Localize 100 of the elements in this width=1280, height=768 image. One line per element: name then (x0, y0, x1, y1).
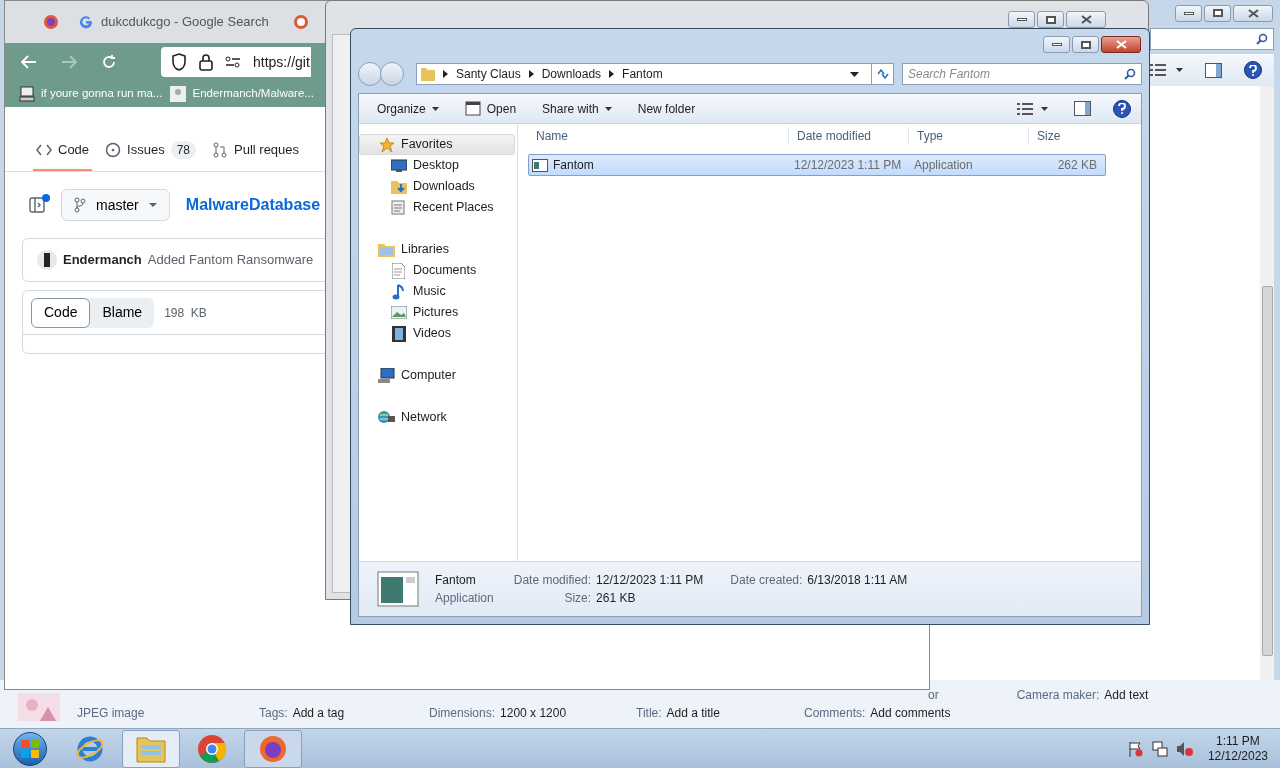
nav-item[interactable]: Recent Places (359, 197, 515, 218)
branch-selector[interactable]: master (61, 189, 170, 221)
close-button[interactable] (1233, 4, 1273, 22)
minimize-icon (1051, 43, 1062, 46)
caret-icon (148, 203, 157, 207)
avatar (37, 250, 57, 270)
help-button[interactable] (1113, 99, 1131, 118)
view-options-button[interactable] (1150, 64, 1183, 76)
issue-icon (105, 142, 122, 158)
muted-speaker-icon (1175, 740, 1194, 757)
details-label: Dimensions: (429, 705, 496, 722)
maximize-icon (1045, 15, 1056, 24)
commit-author[interactable]: Endermanch (63, 250, 142, 270)
nav-item[interactable]: Documents (359, 260, 515, 281)
minimize-button[interactable] (1043, 36, 1070, 53)
breadcrumb[interactable]: Downloads (541, 65, 602, 83)
toolbar-button[interactable]: Share with (534, 96, 620, 121)
details-label: Tags: (259, 705, 288, 722)
help-button[interactable] (1244, 61, 1262, 79)
table-cell-text: 12/12/2023 1:11 PM (793, 157, 903, 174)
browser-tab[interactable]: dukcdukcgo - Google Search (75, 5, 277, 39)
close-icon (1080, 15, 1092, 24)
application-icon (377, 571, 419, 607)
column-header[interactable]: Size (1028, 127, 1106, 145)
count-badge: 78 (170, 141, 196, 159)
sidebar-toggle-icon (29, 197, 47, 213)
computer-icon (19, 86, 35, 102)
column-header[interactable]: Type (908, 127, 1028, 145)
nav-item[interactable]: Videos (359, 323, 515, 344)
nav-item[interactable]: Libraries (359, 239, 515, 260)
details-name: Fantom (435, 572, 477, 589)
reload-icon (101, 54, 117, 70)
details-label: Title: (636, 705, 662, 722)
breadcrumb[interactable]: Fantom (622, 65, 663, 83)
nav-item[interactable]: Network (359, 407, 515, 428)
refresh-icon (875, 68, 890, 80)
flag-icon (1127, 740, 1144, 757)
code-icon (36, 144, 52, 156)
preview-pane-button[interactable] (1074, 101, 1091, 116)
column-header[interactable]: Date modified (788, 127, 908, 145)
nav-item[interactable]: Favorites (359, 134, 515, 155)
clock[interactable]: 1:11 PM 12/12/2023 (1207, 733, 1268, 764)
nav-item[interactable]: Downloads (359, 176, 515, 197)
search-field[interactable] (1150, 28, 1274, 50)
maximize-button[interactable] (1072, 36, 1099, 53)
details-value: 1200 x 1200 (500, 705, 567, 722)
maximize-button[interactable] (1037, 11, 1064, 28)
file-name: Fantom (553, 157, 594, 174)
toolbar-button[interactable]: Open (456, 96, 525, 121)
repo-tab[interactable]: Issues 78 (102, 131, 199, 171)
breadcrumb[interactable]: Santy Claus (456, 65, 521, 83)
commit-message[interactable]: Added Fantom Ransomware (147, 250, 314, 270)
film-icon (391, 325, 406, 342)
lock-icon (199, 53, 213, 71)
star-icon (378, 136, 395, 153)
minimize-button[interactable] (1175, 4, 1202, 22)
repo-tab[interactable]: Pull reques (209, 131, 303, 171)
maximize-button[interactable] (1204, 4, 1231, 22)
file-row[interactable]: Fantom 12/12/2023 1:11 PM Application 262 KB (528, 154, 1106, 176)
application-icon (532, 158, 548, 172)
toolbar-button[interactable]: Organize (369, 96, 447, 121)
repo-tab[interactable]: Code (33, 131, 93, 171)
toolbar-button[interactable]: New folder (629, 96, 704, 121)
nav-item[interactable]: Pictures (359, 302, 515, 323)
pull-request-icon (212, 142, 228, 158)
preview-pane-button[interactable] (1205, 62, 1222, 78)
details-label: Camera maker: (1016, 687, 1100, 704)
address-bar[interactable]: Santy Claus Downloads Fantom (416, 63, 894, 85)
search-icon (1256, 33, 1268, 45)
back-arrow-icon (21, 55, 37, 69)
close-button[interactable] (1101, 36, 1141, 53)
library-folder-icon (378, 242, 395, 257)
list-view-icon (1150, 64, 1166, 76)
repo-link[interactable]: MalwareDatabase (185, 193, 321, 217)
taskbar-app[interactable] (244, 729, 302, 768)
computer-icon (378, 368, 395, 383)
nav-item[interactable]: Music (359, 281, 515, 302)
details-label: Date modified: (513, 572, 592, 589)
branch-icon (74, 197, 86, 213)
shield-icon (171, 53, 187, 71)
nav-item[interactable]: Computer (359, 365, 515, 386)
nav-item[interactable]: Desktop (359, 155, 515, 176)
landscape-icon (390, 306, 407, 319)
close-button[interactable] (1066, 11, 1106, 28)
details-value: Add a title (666, 705, 720, 722)
url-field[interactable]: https://git (161, 47, 311, 77)
column-header[interactable]: Name (528, 127, 788, 145)
table-cell-text: Application (913, 157, 974, 174)
start-button[interactable] (13, 731, 47, 766)
minimize-icon (1016, 18, 1027, 21)
close-icon (1247, 8, 1259, 18)
close-icon (1115, 40, 1127, 49)
details-value: 261 KB (596, 590, 637, 607)
view-tab[interactable]: Code (31, 297, 91, 328)
details-label: or (928, 687, 939, 704)
view-tab[interactable]: Blame (90, 297, 155, 328)
minimize-button[interactable] (1008, 11, 1035, 28)
document-stack-icon (390, 200, 407, 215)
search-field[interactable]: Search Fantom (902, 63, 1142, 85)
music-note-icon (392, 283, 405, 300)
